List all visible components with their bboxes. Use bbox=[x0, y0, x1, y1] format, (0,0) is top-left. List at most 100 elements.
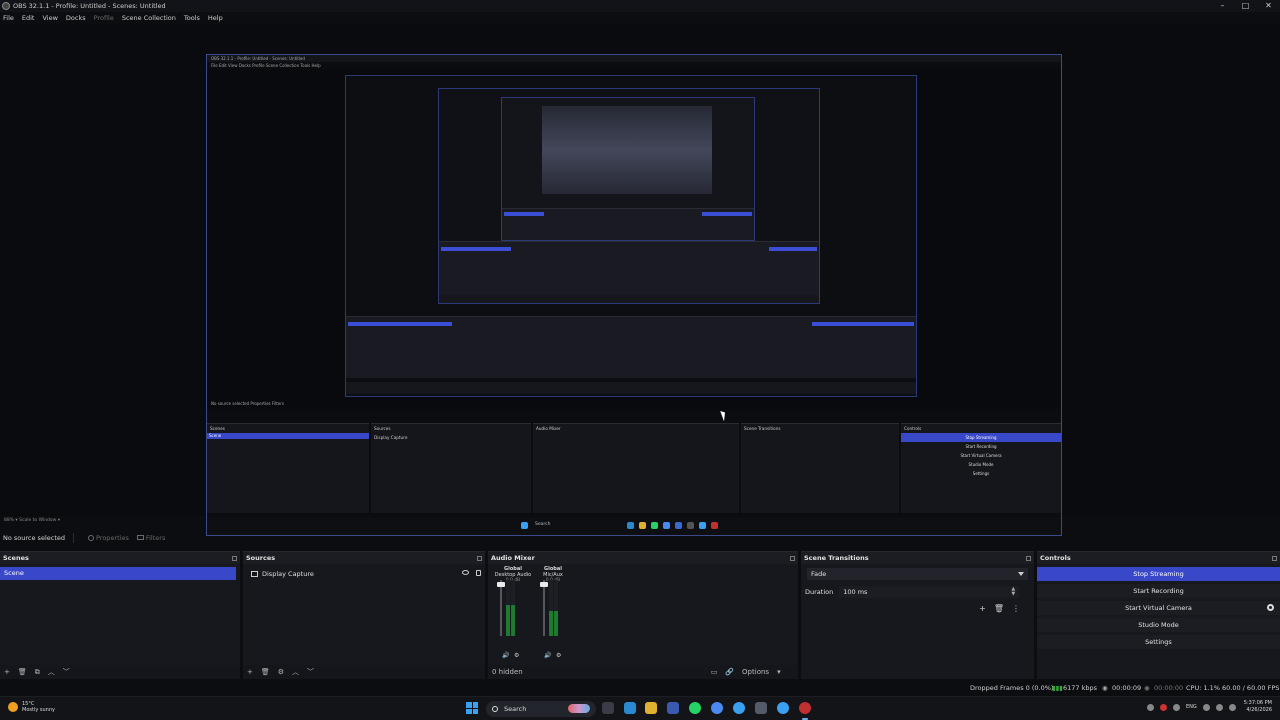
menu-bar: File Edit View Docks Profile Scene Colle… bbox=[0, 12, 1280, 24]
mic-volume-fader[interactable] bbox=[540, 580, 548, 636]
store-icon[interactable] bbox=[667, 702, 679, 714]
move-scene-up-button[interactable]: ︿ bbox=[48, 667, 55, 677]
remove-scene-button[interactable]: 🗑 bbox=[18, 668, 27, 676]
whatsapp-icon[interactable] bbox=[689, 702, 701, 714]
add-source-button[interactable]: + bbox=[247, 668, 253, 676]
scene-list-item[interactable]: Scene bbox=[0, 567, 236, 580]
desktop-mute-icon[interactable]: 🔊 bbox=[502, 652, 509, 659]
hidden-count: 0 hidden bbox=[492, 668, 523, 676]
menu-profile[interactable]: Profile bbox=[94, 14, 114, 22]
wifi-icon[interactable] bbox=[1202, 703, 1210, 711]
menu-scene-collection[interactable]: Scene Collection bbox=[122, 14, 176, 22]
weather-widget[interactable]: 15°C Mostly sunny bbox=[8, 701, 55, 713]
close-button[interactable]: ✕ bbox=[1257, 0, 1280, 12]
start-virtual-camera-button[interactable]: Start Virtual Camera bbox=[1037, 601, 1280, 615]
virtual-camera-label: Start Virtual Camera bbox=[1125, 604, 1192, 612]
stop-streaming-button[interactable]: Stop Streaming bbox=[1037, 567, 1280, 581]
nested-controls-title: Controls bbox=[904, 426, 922, 431]
app-icon[interactable] bbox=[755, 702, 767, 714]
mixer-options-button[interactable]: Options bbox=[742, 668, 769, 676]
edge-icon[interactable] bbox=[624, 702, 636, 714]
mixer-channel-mic: Global Mic/Aux 0.0 dB bbox=[528, 566, 578, 583]
add-scene-button[interactable]: + bbox=[4, 668, 10, 676]
menu-tools[interactable]: Tools bbox=[184, 14, 200, 22]
remove-source-button[interactable]: 🗑 bbox=[261, 668, 270, 676]
add-transition-icon[interactable]: + bbox=[979, 604, 986, 613]
windows-start-icon[interactable] bbox=[466, 702, 478, 714]
spinner-icon[interactable]: ▲ ▼ bbox=[1011, 587, 1015, 597]
transition-select[interactable]: Fade bbox=[807, 568, 1028, 580]
duration-value: 100 ms bbox=[843, 588, 868, 596]
move-source-down-button[interactable]: ﹀ bbox=[307, 667, 314, 677]
fader-knob[interactable] bbox=[540, 582, 548, 587]
move-source-up-button[interactable]: ︿ bbox=[292, 667, 299, 677]
obs-taskbar-icon[interactable] bbox=[799, 702, 811, 714]
filters-button[interactable]: Filters bbox=[136, 534, 165, 542]
file-explorer-icon[interactable] bbox=[645, 702, 657, 714]
mixer-layout-icon[interactable]: ▭ bbox=[711, 668, 718, 676]
nested-scenes-title: Scenes bbox=[210, 426, 225, 431]
maximize-button[interactable]: □ bbox=[1234, 0, 1257, 12]
lock-icon[interactable] bbox=[476, 570, 481, 576]
app2-icon[interactable] bbox=[777, 702, 789, 714]
infinite-mirror-tunnel bbox=[542, 106, 712, 194]
source-list-item[interactable]: Display Capture bbox=[243, 567, 485, 580]
mic-level-meter-right bbox=[554, 580, 558, 636]
remove-transition-icon[interactable]: 🗑 bbox=[994, 604, 1004, 613]
mic-mute-icon[interactable]: 🔊 bbox=[544, 652, 551, 659]
start-recording-button[interactable]: Start Recording bbox=[1037, 584, 1280, 598]
scene-transitions-dock: Scene Transitions Fade Duration 100 ms ▲… bbox=[801, 551, 1034, 679]
language-indicator[interactable]: ENG bbox=[1186, 704, 1197, 710]
tray-app-icon[interactable] bbox=[1160, 703, 1168, 711]
controls-header: Controls bbox=[1037, 552, 1280, 564]
studio-mode-button[interactable]: Studio Mode bbox=[1037, 618, 1280, 632]
task-view-icon[interactable] bbox=[602, 702, 614, 714]
audio-mixer-title: Audio Mixer bbox=[491, 554, 535, 562]
browser-icon[interactable] bbox=[733, 702, 745, 714]
menu-edit[interactable]: Edit bbox=[22, 14, 35, 22]
nested-mixer-title: Audio Mixer bbox=[536, 426, 561, 431]
scene-filters-button[interactable]: ⧉ bbox=[35, 668, 40, 677]
volume-icon[interactable] bbox=[1215, 703, 1223, 711]
undock-icon[interactable] bbox=[477, 555, 482, 561]
desktop-level-meter-right bbox=[511, 580, 515, 636]
mini-stream-2 bbox=[812, 322, 914, 326]
nested-obs-window-4 bbox=[501, 97, 755, 241]
undock-icon[interactable] bbox=[232, 555, 237, 561]
chrome-icon[interactable] bbox=[711, 702, 723, 714]
minimize-button[interactable]: – bbox=[1211, 0, 1234, 12]
nested-sources-dock: Sources Display Capture bbox=[371, 423, 531, 513]
scale-bar[interactable]: 88% ▾ Scale to Window ▾ bbox=[0, 516, 1280, 525]
mic-gear-icon[interactable]: ⚙ bbox=[556, 652, 561, 659]
properties-button[interactable]: Properties bbox=[88, 534, 129, 542]
nested-menu: File Edit View Docks Profile Scene Colle… bbox=[211, 63, 321, 68]
microphone-icon[interactable] bbox=[1173, 703, 1181, 711]
mixer-link-icon[interactable]: 🔗 bbox=[725, 668, 734, 676]
more-options-icon[interactable]: ⋮ bbox=[1012, 604, 1020, 613]
menu-help[interactable]: Help bbox=[208, 14, 223, 22]
menu-file[interactable]: File bbox=[3, 14, 14, 22]
menu-docks[interactable]: Docks bbox=[66, 14, 86, 22]
desktop-volume-fader[interactable] bbox=[497, 580, 505, 636]
chevron-up-icon[interactable] bbox=[1147, 703, 1155, 711]
gear-icon[interactable] bbox=[1267, 604, 1274, 611]
desktop-gear-icon[interactable]: ⚙ bbox=[514, 652, 519, 659]
menu-view[interactable]: View bbox=[42, 14, 57, 22]
record-icon: ◉ bbox=[1144, 684, 1150, 692]
visibility-eye-icon[interactable] bbox=[462, 570, 469, 575]
settings-button[interactable]: Settings bbox=[1037, 635, 1280, 649]
fader-knob[interactable] bbox=[497, 582, 505, 587]
meter-mask bbox=[554, 580, 558, 611]
controls-dock: Controls Stop Streaming Start Recording … bbox=[1037, 551, 1280, 679]
undock-icon[interactable] bbox=[1026, 555, 1031, 561]
battery-icon[interactable] bbox=[1228, 703, 1236, 711]
undock-icon[interactable] bbox=[1272, 555, 1277, 561]
obs-logo-icon bbox=[2, 2, 10, 10]
taskbar-search[interactable]: Search bbox=[486, 701, 596, 717]
source-properties-button[interactable]: ⚙ bbox=[278, 668, 284, 676]
preview-canvas[interactable]: OBS 32.1.1 - Profile: Untitled - Scenes:… bbox=[0, 24, 1280, 536]
duration-input[interactable]: 100 ms ▲ ▼ bbox=[839, 586, 1020, 598]
undock-icon[interactable] bbox=[790, 555, 795, 561]
clock[interactable]: 5:37:06 PM 4/26/2026 bbox=[1244, 700, 1272, 714]
move-scene-down-button[interactable]: ﹀ bbox=[63, 667, 70, 677]
